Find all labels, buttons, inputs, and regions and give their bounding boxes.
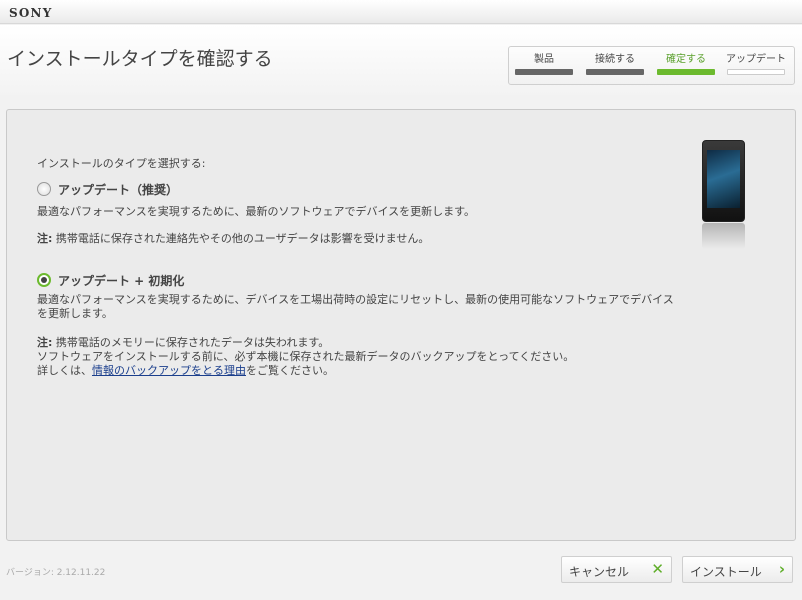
- install-type-panel: インストールのタイプを選択する: アップデート（推奨） 最適なパフォーマンスを実…: [6, 109, 796, 541]
- phone-reflection: [702, 223, 745, 249]
- install-label: インストール: [690, 565, 762, 579]
- phone-screen: [707, 150, 740, 208]
- step-bar: [657, 69, 715, 75]
- note-label: 注:: [37, 232, 53, 245]
- update-radio[interactable]: [37, 182, 51, 196]
- chevron-right-icon: ›: [778, 560, 785, 578]
- backup-reason-link[interactable]: 情報のバックアップをとる理由: [92, 364, 246, 377]
- update-label[interactable]: アップデート（推奨）: [58, 181, 178, 198]
- page-title: インストールタイプを確認する: [7, 48, 273, 70]
- update-note: 注: 携帯電話に保存された連絡先やその他のユーザデータは影響を受けません。: [37, 230, 429, 246]
- cancel-button[interactable]: キャンセル ✕: [561, 556, 672, 583]
- cancel-label: キャンセル: [569, 565, 630, 579]
- top-bar: SONY: [0, 0, 802, 24]
- step-label: 製品: [534, 54, 554, 65]
- note-text: 携帯電話に保存された連絡先やその他のユーザデータは影響を受けません。: [55, 232, 430, 245]
- sony-logo: SONY: [9, 6, 53, 20]
- step-label: 確定する: [666, 54, 706, 65]
- step-label: アップデート: [726, 54, 786, 65]
- details-suffix: をご覧ください。: [246, 364, 334, 377]
- close-icon: ✕: [651, 560, 664, 578]
- step-confirm: 確定する: [655, 47, 717, 84]
- phone-image: [702, 140, 745, 222]
- step-label: 接続する: [595, 54, 635, 65]
- step-bar: [515, 69, 573, 75]
- details-prefix: 詳しくは、: [37, 364, 92, 377]
- update-description: 最適なパフォーマンスを実現するために、最新のソフトウェアでデバイスを更新します。: [37, 205, 476, 218]
- install-button[interactable]: インストール ›: [682, 556, 793, 583]
- details-line: 詳しくは、情報のバックアップをとる理由をご覧ください。: [37, 362, 334, 378]
- update-reset-description: 最適なパフォーマンスを実現するために、デバイスを工場出荷時の設定にリセットし、最…: [37, 293, 674, 320]
- step-product: 製品: [513, 47, 575, 84]
- step-bar: [586, 69, 644, 75]
- progress-steps: 製品 接続する 確定する アップデート: [508, 46, 795, 85]
- update-reset-label[interactable]: アップデート + 初期化: [58, 272, 184, 289]
- version-label: バージョン: 2.12.11.22: [6, 568, 106, 578]
- install-type-prompt: インストールのタイプを選択する:: [37, 157, 206, 170]
- step-connect: 接続する: [584, 47, 646, 84]
- step-bar: [727, 69, 785, 75]
- step-update: アップデート: [725, 47, 787, 84]
- update-reset-radio[interactable]: [37, 273, 51, 287]
